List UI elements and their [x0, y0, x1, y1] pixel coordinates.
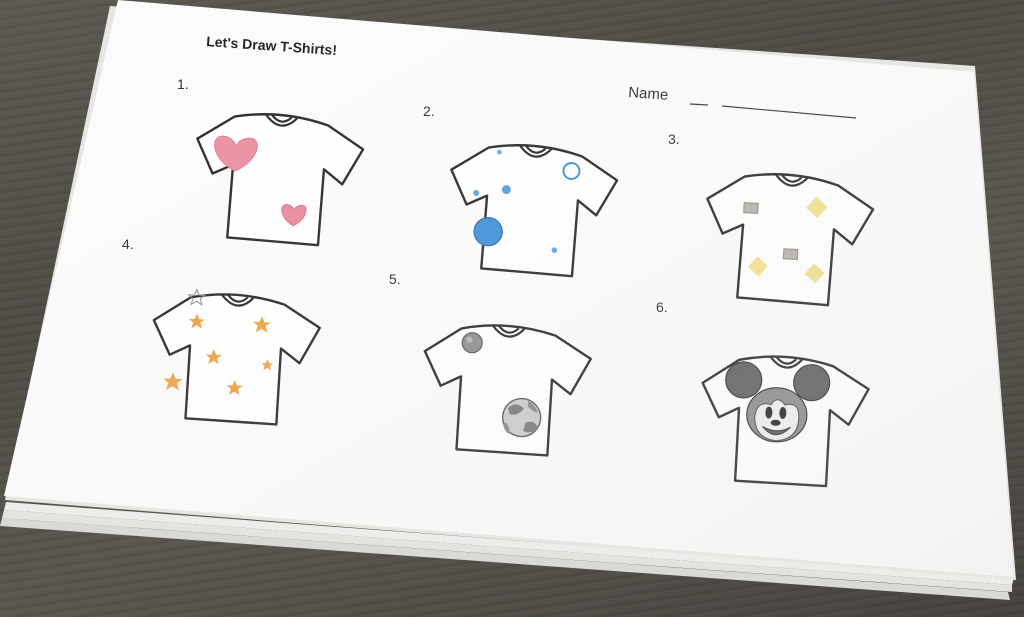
paper-shade — [4, 0, 1014, 577]
worksheet-scene: Let's Draw T-Shirts! Name 1. 2. 3. 4. 5.… — [0, 0, 1016, 600]
